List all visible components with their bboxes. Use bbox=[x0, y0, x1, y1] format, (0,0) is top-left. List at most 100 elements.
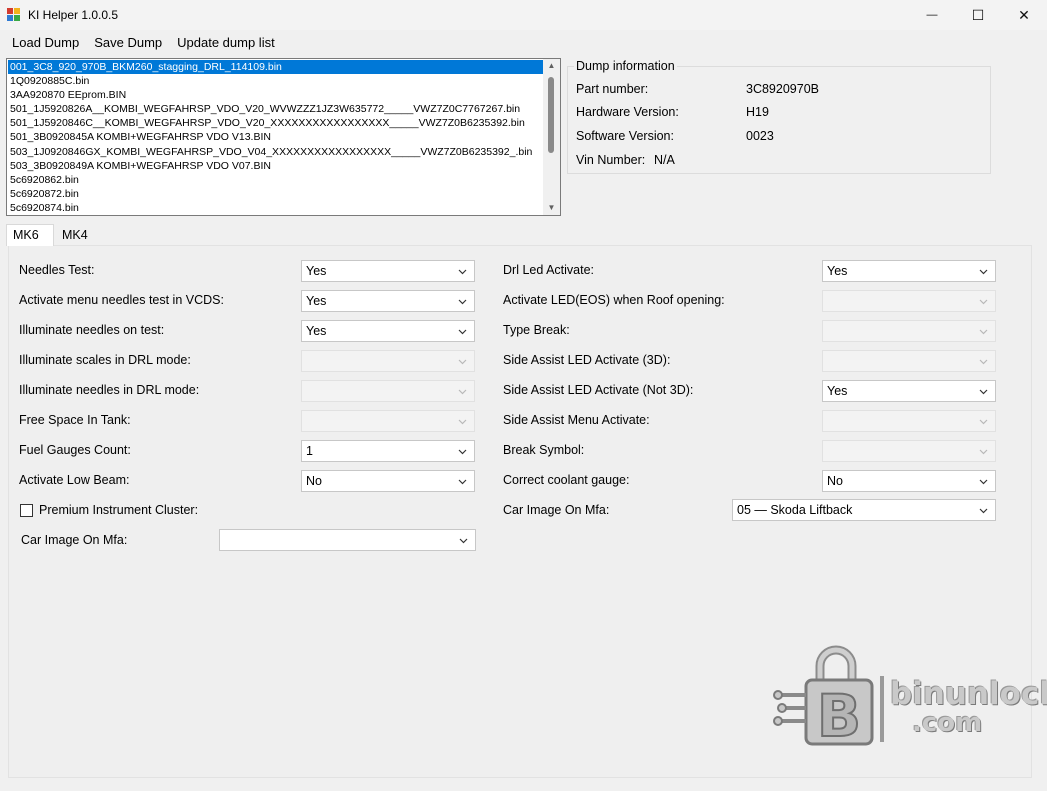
right-setting-label: Activate LED(EOS) when Roof opening: bbox=[503, 293, 725, 307]
app-icon bbox=[7, 8, 21, 22]
right-car-image-label: Car Image On Mfa: bbox=[503, 503, 610, 517]
chevron-down-icon bbox=[979, 357, 988, 366]
right-setting-label: Break Symbol: bbox=[503, 443, 585, 457]
right-setting-label: Correct coolant gauge: bbox=[503, 473, 630, 487]
scroll-up-icon[interactable]: ▲ bbox=[543, 59, 560, 73]
left-setting-label: Fuel Gauges Count: bbox=[19, 443, 131, 457]
right-setting-select[interactable]: Yes bbox=[822, 260, 996, 282]
right-setting-select bbox=[822, 440, 996, 462]
chevron-down-icon bbox=[979, 477, 988, 486]
chevron-down-icon bbox=[458, 477, 467, 486]
select-value: No bbox=[827, 474, 843, 488]
dump-list-item[interactable]: 501_1J5920826A__KOMBI_WEGFAHRSP_VDO_V20_… bbox=[8, 102, 543, 116]
part-number-value: 3C8920970B bbox=[746, 82, 819, 96]
chevron-down-icon bbox=[458, 297, 467, 306]
premium-cluster-checkbox[interactable] bbox=[20, 504, 33, 517]
left-setting-select bbox=[301, 410, 475, 432]
right-setting-select bbox=[822, 320, 996, 342]
left-setting-select bbox=[301, 350, 475, 372]
left-car-image-label: Car Image On Mfa: bbox=[21, 533, 128, 547]
left-setting-select[interactable]: No bbox=[301, 470, 475, 492]
select-value: Yes bbox=[306, 324, 327, 338]
part-number-label: Part number: bbox=[576, 82, 649, 96]
tab-mk6[interactable]: MK6 bbox=[6, 224, 54, 246]
right-setting-select bbox=[822, 350, 996, 372]
maximize-icon: ☐ bbox=[971, 6, 985, 23]
minimize-button[interactable]: — bbox=[909, 0, 955, 30]
chevron-down-icon bbox=[458, 447, 467, 456]
menu-bar: Load Dump Save Dump Update dump list bbox=[0, 32, 284, 54]
dump-list-item[interactable]: 3AA920870 EEprom.BIN bbox=[8, 88, 543, 102]
chevron-down-icon bbox=[458, 327, 467, 336]
left-setting-select[interactable]: Yes bbox=[301, 260, 475, 282]
software-version-value: 0023 bbox=[746, 129, 774, 143]
left-setting-label: Illuminate needles on test: bbox=[19, 323, 165, 337]
chevron-down-icon bbox=[458, 417, 467, 426]
dump-list-item[interactable]: 503_3B0920849A KOMBI+WEGFAHRSP VDO V07.B… bbox=[8, 159, 543, 173]
left-setting-label: Needles Test: bbox=[19, 263, 95, 277]
left-setting-label: Activate Low Beam: bbox=[19, 473, 130, 487]
dump-list-item[interactable]: 5c6920872.bin bbox=[8, 187, 543, 201]
tab-mk4[interactable]: MK4 bbox=[56, 226, 102, 246]
scroll-down-icon[interactable]: ▼ bbox=[543, 201, 560, 215]
dump-list-item[interactable]: 501_3B0920845A KOMBI+WEGFAHRSP VDO V13.B… bbox=[8, 130, 543, 144]
close-button[interactable]: ✕ bbox=[1001, 0, 1047, 30]
left-setting-select[interactable]: Yes bbox=[301, 290, 475, 312]
chevron-down-icon bbox=[459, 536, 468, 545]
menu-load-dump[interactable]: Load Dump bbox=[0, 32, 88, 54]
right-setting-label: Side Assist LED Activate (3D): bbox=[503, 353, 671, 367]
dump-list-item[interactable]: 5c6920862.bin bbox=[8, 173, 543, 187]
software-version-label: Software Version: bbox=[576, 129, 674, 143]
maximize-button[interactable]: ☐ bbox=[955, 0, 1001, 30]
chevron-down-icon bbox=[979, 327, 988, 336]
right-car-image-select[interactable]: 05 — Skoda Liftback bbox=[732, 499, 996, 521]
menu-update-dump-list[interactable]: Update dump list bbox=[171, 32, 284, 54]
left-setting-select[interactable]: 1 bbox=[301, 440, 475, 462]
right-setting-select bbox=[822, 290, 996, 312]
select-value: Yes bbox=[827, 264, 848, 278]
logo-letter: B bbox=[817, 682, 861, 750]
menu-save-dump[interactable]: Save Dump bbox=[88, 32, 171, 54]
right-setting-select[interactable]: No bbox=[822, 470, 996, 492]
right-setting-select[interactable]: Yes bbox=[822, 380, 996, 402]
minimize-icon: — bbox=[926, 9, 938, 21]
dump-list-scrollbar[interactable]: ▲ ▼ bbox=[543, 59, 560, 215]
right-setting-label: Type Break: bbox=[503, 323, 570, 337]
left-setting-label: Illuminate needles in DRL mode: bbox=[19, 383, 200, 397]
chevron-down-icon bbox=[979, 506, 988, 515]
left-setting-select[interactable]: Yes bbox=[301, 320, 475, 342]
window-title: KI Helper 1.0.0.5 bbox=[28, 8, 119, 22]
close-icon: ✕ bbox=[1018, 6, 1030, 23]
dump-list-item[interactable]: 1Q0920885C.bin bbox=[8, 74, 543, 88]
dump-list[interactable]: 001_3C8_920_970B_BKM260_stagging_DRL_114… bbox=[6, 58, 561, 216]
chevron-down-icon bbox=[458, 387, 467, 396]
title-bar: KI Helper 1.0.0.5 — ☐ ✕ bbox=[0, 0, 1047, 30]
right-setting-label: Side Assist LED Activate (Not 3D): bbox=[503, 383, 694, 397]
dump-information-legend: Dump information bbox=[574, 59, 677, 73]
scroll-thumb[interactable] bbox=[548, 77, 554, 153]
chevron-down-icon bbox=[979, 447, 988, 456]
select-value: Yes bbox=[827, 384, 848, 398]
chevron-down-icon bbox=[979, 267, 988, 276]
chevron-down-icon bbox=[458, 267, 467, 276]
left-setting-select bbox=[301, 380, 475, 402]
vin-number-value: N/A bbox=[654, 153, 675, 167]
select-value: No bbox=[306, 474, 322, 488]
right-setting-label: Drl Led Activate: bbox=[503, 263, 595, 277]
watermark-domain: .com bbox=[912, 708, 983, 738]
hardware-version-label: Hardware Version: bbox=[576, 105, 679, 119]
chevron-down-icon bbox=[979, 387, 988, 396]
dump-list-item[interactable]: 501_1J5920846C__KOMBI_WEGFAHRSP_VDO_V20_… bbox=[8, 116, 543, 130]
left-car-image-select[interactable] bbox=[219, 529, 476, 551]
right-setting-select bbox=[822, 410, 996, 432]
hardware-version-value: H19 bbox=[746, 105, 769, 119]
chevron-down-icon bbox=[979, 417, 988, 426]
left-setting-label: Activate menu needles test in VCDS: bbox=[19, 293, 224, 307]
premium-cluster-label: Premium Instrument Cluster: bbox=[39, 503, 199, 517]
binunlock-watermark: B binunlock .com bbox=[772, 640, 1047, 751]
dump-list-item[interactable]: 503_1J0920846GX_KOMBI_WEGFAHRSP_VDO_V04_… bbox=[8, 145, 543, 159]
select-value: Yes bbox=[306, 294, 327, 308]
dump-list-item[interactable]: 001_3C8_920_970B_BKM260_stagging_DRL_114… bbox=[7, 59, 544, 76]
dump-list-item[interactable]: 5c6920874.bin bbox=[8, 201, 543, 215]
padlock-logo-icon: B bbox=[773, 645, 874, 751]
